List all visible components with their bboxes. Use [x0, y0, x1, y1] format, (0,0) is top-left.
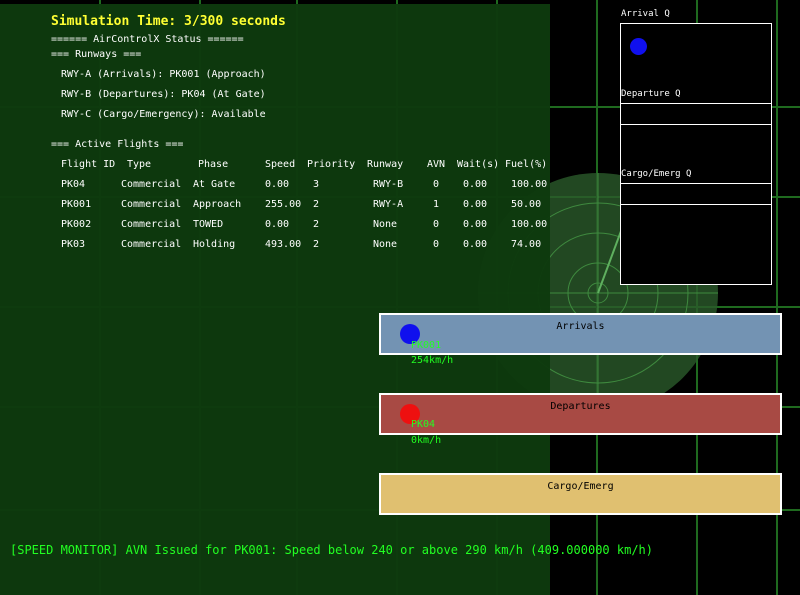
column-header: Phase: [198, 159, 229, 170]
departure-queue-label: Departure Q: [621, 89, 681, 99]
flight-wait: 0.00: [463, 219, 488, 230]
flight-priority: 2: [313, 219, 320, 230]
runways-header: === Runways ===: [51, 49, 142, 60]
flight-speed: 0.00: [265, 179, 290, 190]
arrivals-runway-label: Arrivals: [556, 321, 605, 332]
speed-monitor-message: [SPEED MONITOR] AVN Issued for PK001: Sp…: [10, 543, 653, 557]
departure-aircraft-speed: 0km/h: [411, 435, 442, 446]
departures-runway-label: Departures: [550, 401, 611, 412]
column-header: Flight ID: [61, 159, 116, 170]
arrival-aircraft-id: PK001: [411, 340, 442, 351]
flight-priority: 2: [313, 199, 320, 210]
departure-aircraft-id: PK04: [411, 419, 436, 430]
runway-status-c: RWY-C (Cargo/Emergency): Available: [61, 109, 266, 120]
flights-header: === Active Flights ===: [51, 139, 184, 150]
cargo-queue-label: Cargo/Emerg Q: [621, 169, 692, 179]
flight-avn: 0: [433, 179, 440, 190]
flight-phase: At Gate: [193, 179, 236, 190]
arrival-aircraft-speed: 254km/h: [411, 355, 454, 366]
arrival-queue-aircraft: [630, 38, 647, 55]
flight-runway: None: [373, 239, 398, 250]
flight-runway: RWY-B: [373, 179, 404, 190]
departures-runway: Departures: [379, 393, 782, 435]
flight-avn: 1: [433, 199, 440, 210]
cargo-runway-label: Cargo/Emerg: [547, 481, 614, 492]
flight-id: PK001: [61, 199, 92, 210]
queue-divider: [621, 103, 771, 104]
column-header: Priority: [307, 159, 356, 170]
column-header: Type: [127, 159, 152, 170]
flight-type: Commercial: [121, 219, 182, 230]
flight-fuel: 100.00: [511, 179, 548, 190]
flight-wait: 0.00: [463, 199, 488, 210]
queue-divider: [621, 204, 771, 205]
runway-status-a: RWY-A (Arrivals): PK001 (Approach): [61, 69, 266, 80]
arrival-queue-label: Arrival Q: [621, 9, 670, 19]
flight-type: Commercial: [121, 239, 182, 250]
column-header: Speed: [265, 159, 296, 170]
column-header: AVN: [427, 159, 446, 170]
status-title: ====== AirControlX Status ======: [51, 34, 244, 45]
flight-id: PK04: [61, 179, 86, 190]
column-header: Fuel(%): [505, 159, 548, 170]
flight-speed: 0.00: [265, 219, 290, 230]
cargo-runway: Cargo/Emerg: [379, 473, 782, 515]
column-header: Runway: [367, 159, 404, 170]
flight-avn: 0: [433, 219, 440, 230]
flight-runway: RWY-A: [373, 199, 404, 210]
runway-status-b: RWY-B (Departures): PK04 (At Gate): [61, 89, 266, 100]
flight-priority: 3: [313, 179, 320, 190]
flight-type: Commercial: [121, 179, 182, 190]
flight-phase: TOWED: [193, 219, 224, 230]
flight-fuel: 50.00: [511, 199, 542, 210]
flight-runway: None: [373, 219, 398, 230]
flight-priority: 2: [313, 239, 320, 250]
flight-id: PK002: [61, 219, 92, 230]
simulation-window: Simulation Time: 3/300 seconds ====== Ai…: [0, 0, 800, 595]
flight-wait: 0.00: [463, 239, 488, 250]
queue-panel: [620, 23, 772, 285]
flight-fuel: 74.00: [511, 239, 542, 250]
flight-id: PK03: [61, 239, 86, 250]
queue-divider: [621, 183, 771, 184]
flight-phase: Approach: [193, 199, 242, 210]
flight-avn: 0: [433, 239, 440, 250]
flight-type: Commercial: [121, 199, 182, 210]
flight-phase: Holding: [193, 239, 236, 250]
simulation-time: Simulation Time: 3/300 seconds: [51, 14, 286, 29]
flight-wait: 0.00: [463, 179, 488, 190]
flight-speed: 493.00: [265, 239, 302, 250]
flight-fuel: 100.00: [511, 219, 548, 230]
queue-divider: [621, 124, 771, 125]
column-header: Wait(s): [457, 159, 500, 170]
flight-speed: 255.00: [265, 199, 302, 210]
